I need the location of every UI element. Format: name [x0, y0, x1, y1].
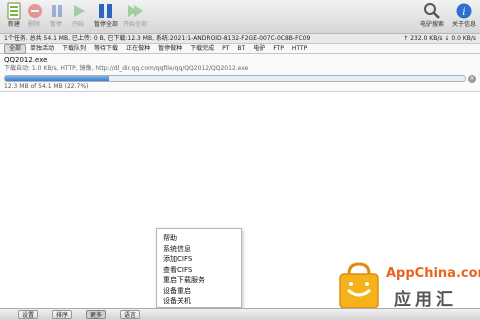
download-item[interactable]: QQ2012.exe 下载自动: 1.0 KB/s, HTTP, 镜像, htt…	[0, 54, 480, 92]
tab-all[interactable]: 全部	[4, 43, 27, 54]
shopping-bag-icon	[339, 262, 379, 309]
tab-seeding[interactable]: 正在做种	[122, 44, 154, 54]
pause-button[interactable]: 暂停	[47, 2, 65, 32]
pause-button-label: 暂停	[49, 21, 62, 28]
menu-item-device-shutdown[interactable]: 设备关机	[163, 296, 241, 307]
menu-item-help[interactable]: 帮助	[163, 233, 241, 244]
delete-button[interactable]: 删除	[25, 2, 43, 32]
download-filename: QQ2012.exe	[4, 56, 48, 64]
delete-button-label: 删除	[27, 21, 40, 28]
svg-text:i: i	[462, 7, 465, 18]
tab-bt[interactable]: BT	[233, 44, 249, 54]
watermark-chinese: 应用汇	[394, 290, 457, 310]
tab-ed2k[interactable]: 电驴	[249, 44, 269, 54]
pause-icon	[52, 5, 62, 17]
menu-item-view-cifs[interactable]: 查看CIFS	[163, 265, 241, 276]
status-bar: 1个任务. 总共 54.1 MB, 已上传: 0 B, 已下载:12.3 MB,…	[0, 34, 480, 44]
tab-http[interactable]: HTTP	[288, 44, 311, 54]
tab-pt[interactable]: PT	[218, 44, 233, 54]
download-source: 下载自动: 1.0 KB/s, HTTP, 镜像, http://dl_dir.…	[4, 65, 249, 72]
status-summary: 1个任务. 总共 54.1 MB, 已上传: 0 B, 已下载:12.3 MB,…	[4, 35, 311, 42]
app-window: 新建 删除 暂停 开始 暂停全部 开始全部 电驴搜索 i 关于信息 1个任务. …	[0, 0, 480, 320]
bottom-bar: 设置 排序 更多 语言	[0, 308, 480, 320]
delete-icon	[28, 4, 42, 18]
menu-item-add-cifs[interactable]: 添加CIFS	[163, 254, 241, 265]
filter-tabs: 全部 单独活动 下载队列 等待下载 正在做种 暂停做种 下载完成 PT BT 电…	[0, 43, 480, 54]
tab-download-queue[interactable]: 下载队列	[58, 44, 90, 54]
appchina-watermark: AppChina.com 应用汇	[334, 258, 480, 314]
new-button[interactable]: 新建	[3, 2, 25, 32]
download-progress-bar	[4, 75, 466, 82]
about-button[interactable]: i 关于信息	[450, 2, 478, 32]
download-progress-fill	[5, 76, 110, 81]
start-all-button[interactable]: 开始全部	[121, 2, 149, 32]
new-icon	[7, 2, 21, 20]
sort-button[interactable]: 排序	[52, 310, 73, 319]
more-button[interactable]: 更多	[86, 310, 107, 319]
pause-all-button[interactable]: 暂停全部	[92, 2, 120, 32]
ed2k-search-button[interactable]: 电驴搜索	[418, 2, 446, 32]
start-button[interactable]: 开始	[69, 2, 87, 32]
close-icon[interactable]: ×	[468, 75, 476, 83]
tab-waiting[interactable]: 等待下载	[90, 44, 122, 54]
menu-item-restart-service[interactable]: 重启下载服务	[163, 275, 241, 286]
settings-button[interactable]: 设置	[18, 310, 39, 319]
pause-all-button-label: 暂停全部	[93, 21, 118, 28]
tab-paused-seeding[interactable]: 暂停做种	[154, 44, 186, 54]
download-size: 12.3 MB of 54.1 MB (22.7%)	[4, 83, 89, 90]
new-button-label: 新建	[7, 21, 20, 28]
menu-item-device-reboot[interactable]: 设备重启	[163, 286, 241, 297]
start-all-button-label: 开始全部	[122, 21, 147, 28]
language-button[interactable]: 语言	[120, 310, 141, 319]
info-icon: i	[456, 3, 472, 19]
ed2k-search-label: 电驴搜索	[419, 21, 444, 28]
start-button-label: 开始	[71, 21, 84, 28]
search-icon	[424, 3, 440, 19]
menu-item-system-info[interactable]: 系统信息	[163, 244, 241, 255]
start-icon	[74, 5, 85, 17]
transfer-speed: ↑ 232.0 KB/s ↓ 0.0 KB/s	[403, 35, 476, 42]
tab-active[interactable]: 单独活动	[26, 44, 58, 54]
more-menu: 帮助 系统信息 添加CIFS 查看CIFS 重启下载服务 设备重启 设备关机	[156, 228, 242, 308]
toolbar: 新建 删除 暂停 开始 暂停全部 开始全部 电驴搜索 i 关于信息	[0, 0, 480, 34]
about-label: 关于信息	[451, 21, 476, 28]
tab-completed[interactable]: 下载完成	[186, 44, 218, 54]
watermark-brand: AppChina.com	[386, 266, 480, 281]
pause-all-icon	[99, 4, 112, 18]
start-all-icon	[128, 5, 143, 17]
tab-ftp[interactable]: FTP	[269, 44, 288, 54]
